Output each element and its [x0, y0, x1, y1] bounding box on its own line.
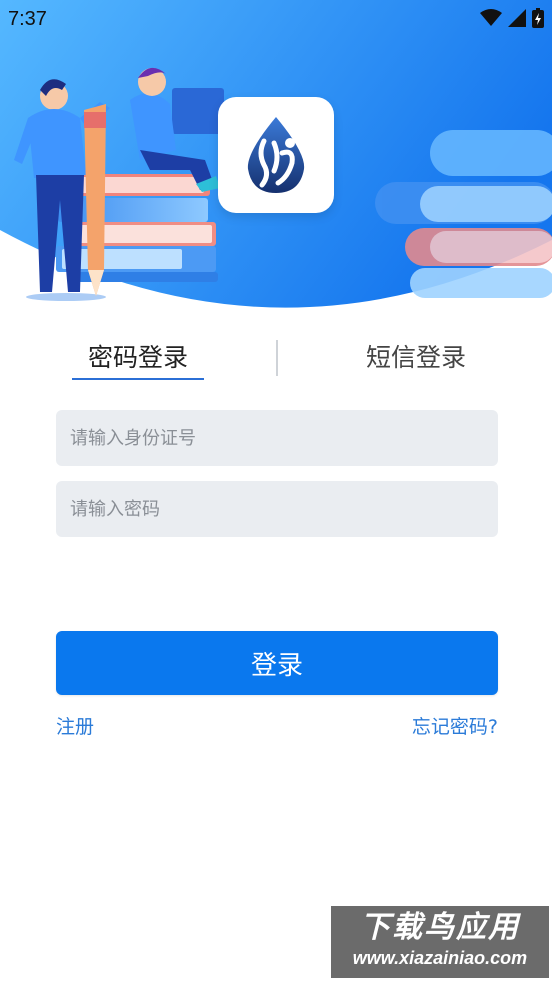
tab-password-login[interactable]: 密码登录 — [72, 330, 204, 390]
wifi-icon — [480, 9, 502, 26]
login-mode-tabs: 密码登录 短信登录 — [0, 330, 552, 390]
status-bar: 7:37 — [0, 0, 552, 38]
tab-sms-login[interactable]: 短信登录 — [350, 330, 482, 390]
register-link[interactable]: 注册 — [56, 712, 94, 739]
watermark-url: www.xiazainiao.com — [352, 948, 528, 968]
active-tab-indicator — [72, 378, 204, 380]
password-input[interactable] — [56, 481, 498, 537]
status-icons — [480, 8, 544, 28]
watermark-title: 下载鸟应用 — [360, 910, 520, 945]
cellular-signal-icon — [508, 9, 526, 27]
water-drop-logo-icon — [247, 117, 305, 193]
battery-charging-icon — [532, 8, 544, 28]
site-watermark: 下载鸟应用 www.xiazainiao.com — [331, 906, 549, 978]
id-number-input[interactable] — [56, 410, 498, 466]
forgot-password-link[interactable]: 忘记密码? — [412, 712, 498, 739]
status-time: 7:37 — [8, 8, 47, 30]
hero-banner: 7:37 — [0, 0, 552, 310]
login-button[interactable]: 登录 — [56, 631, 498, 695]
app-logo — [218, 97, 334, 213]
tab-divider — [276, 340, 278, 376]
